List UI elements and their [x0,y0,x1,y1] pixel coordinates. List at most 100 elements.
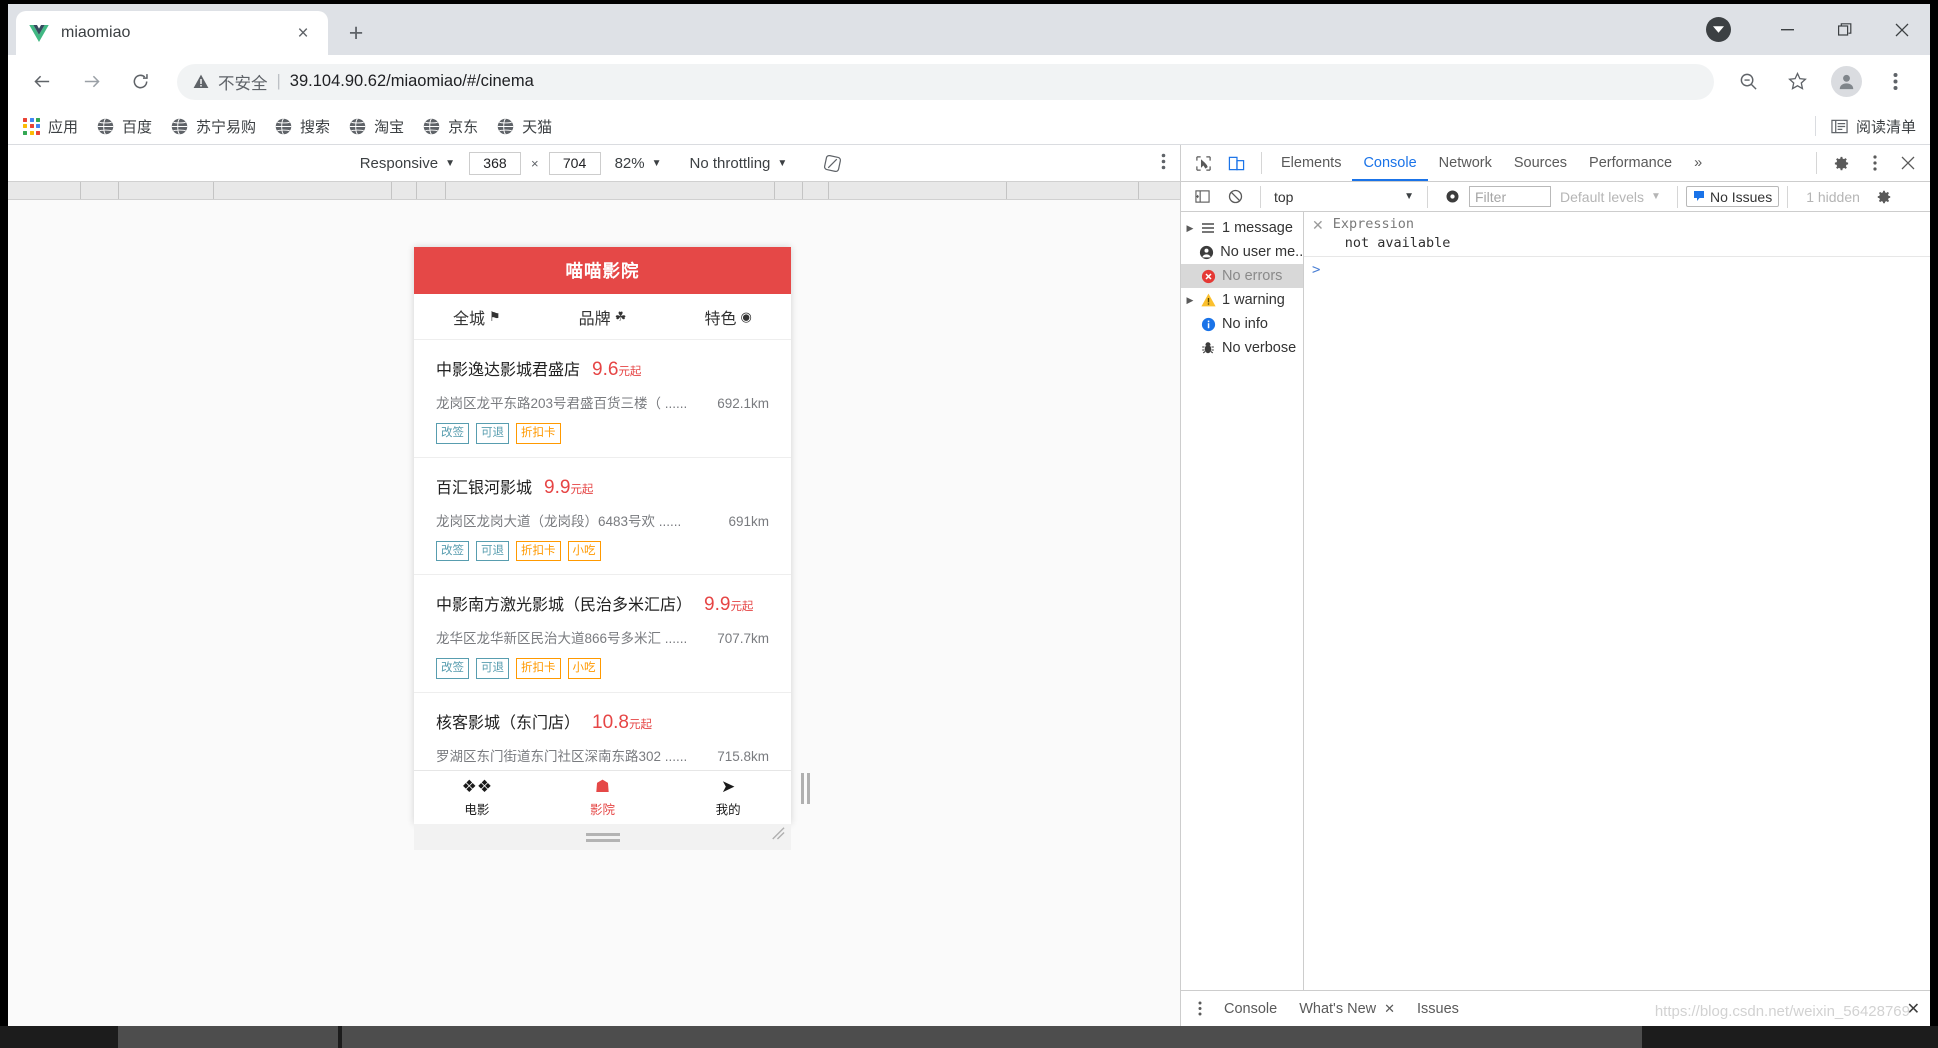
viewport-height-input[interactable]: 704 [548,151,601,175]
chevron-right-icon[interactable]: ▶ [1183,223,1197,234]
resize-handle-corner[interactable] [768,823,785,845]
tab-pinpai[interactable]: 品牌 ☘ [540,305,666,329]
execution-context-select[interactable]: top ▼ [1269,186,1419,207]
gear-icon[interactable] [1827,149,1856,178]
verbose-bug-icon [1197,341,1219,355]
tab-sources[interactable]: Sources [1503,145,1578,181]
clear-console-icon[interactable] [1221,182,1250,211]
device-select[interactable]: Responsive ▼ [360,155,455,172]
maximize-button[interactable] [1816,4,1873,55]
list-item[interactable]: 百汇银河影城 9.9元起 龙岗区龙岗大道（龙岗段）6483号欢 ...... 6… [414,458,791,576]
tabbar-item-movies[interactable]: ❖❖ 电影 [414,771,540,824]
console-settings-gear-icon[interactable] [1870,182,1899,211]
content-area: Responsive ▼ 368 × 704 82% ▼ No throttli… [8,145,1930,1026]
url-text[interactable]: 39.104.90.62/miaomiao/#/cinema [290,72,534,91]
bookmark-item-taobao[interactable]: 淘宝 [348,116,404,137]
status-badge: 折扣卡 [516,423,561,444]
drawer-menu-icon[interactable] [1187,1001,1213,1016]
zoom-select[interactable]: 82% ▼ [615,155,662,172]
issues-label: No Issues [1709,188,1773,205]
prompt-caret-icon: > [1312,262,1321,278]
issues-button[interactable]: No Issues [1685,186,1780,207]
sidebar-item-verbose[interactable]: No verbose [1181,336,1303,360]
chrome-menu-icon[interactable] [1877,63,1914,100]
zoom-out-icon[interactable] [1730,63,1767,100]
devtools-menu-icon[interactable] [1860,149,1889,178]
chrome-update-icon[interactable] [1706,17,1731,42]
sidebar-item-errors[interactable]: No errors [1181,264,1303,288]
film-icon: ❖❖ [461,776,493,796]
close-devtools-icon[interactable] [1893,149,1922,178]
sidebar-item-user-messages[interactable]: No user me... [1181,240,1303,264]
toggle-device-toolbar-icon[interactable] [1222,149,1251,178]
cinema-distance: 715.8km [717,749,769,765]
tab-elements[interactable]: Elements [1270,145,1352,181]
console-filter-input[interactable]: Filter [1469,186,1551,207]
cinema-name: 中影逸达影城君盛店 [436,362,581,379]
console-sidebar-icon[interactable] [1188,182,1217,211]
close-icon[interactable]: ✕ [1312,216,1324,234]
tab-performance[interactable]: Performance [1578,145,1683,181]
tab-console[interactable]: Console [1352,145,1427,181]
more-tabs-icon[interactable]: » [1683,145,1713,181]
inspect-element-icon[interactable] [1189,149,1218,178]
back-icon[interactable] [24,63,61,100]
browser-tab[interactable]: miaomiao × [16,11,328,55]
viewport-ruler[interactable] [8,181,1180,200]
tab-close-icon[interactable]: × [290,20,316,46]
minimize-button[interactable] [1759,4,1816,55]
reading-list-button[interactable]: 阅读清单 [1814,116,1916,137]
reload-icon[interactable] [122,63,159,100]
globe-icon [348,117,367,136]
close-icon[interactable]: ✕ [1384,1001,1395,1017]
device-toolbar-menu-icon[interactable] [1161,153,1166,174]
tabbar-item-cinemas[interactable]: ☗ 影院 [540,771,666,824]
console-prompt[interactable]: > [1304,257,1930,283]
new-tab-button[interactable]: + [338,15,374,51]
drawer-tab-console[interactable]: Console [1213,1001,1288,1017]
avatar[interactable] [1828,63,1865,100]
viewport-width-input[interactable]: 368 [468,151,521,175]
viewport-resize-footer[interactable] [414,824,791,850]
tab-network[interactable]: Network [1428,145,1503,181]
bookmark-item-baidu[interactable]: 百度 [96,116,152,137]
tab-tese[interactable]: 特色 ◉ [665,305,791,329]
bookmark-item-suning[interactable]: 苏宁易购 [170,116,256,137]
address-bar[interactable]: 不安全 | 39.104.90.62/miaomiao/#/cinema [177,63,1714,100]
sidebar-item-label: 1 warning [1222,292,1285,308]
drawer-tab-whats-new[interactable]: What's New ✕ [1288,1001,1406,1017]
sidebar-item-label: No info [1222,316,1268,332]
reading-list-label: 阅读清单 [1855,118,1916,136]
bookmark-item-search[interactable]: 搜索 [274,116,330,137]
resize-handle-bottom[interactable] [585,832,620,842]
list-item[interactable]: 中影南方激光影城（民治多米汇店） 9.9元起 龙华区龙华新区民治大道866号多米… [414,575,791,694]
console-messages[interactable]: ✕ Expression not available > [1304,212,1930,990]
bookmark-item-apps[interactable]: 应用 [22,116,78,137]
resize-handle-right[interactable] [797,770,813,806]
close-drawer-icon[interactable]: ✕ [1907,999,1920,1019]
tab-quancheng[interactable]: 全城 ⚑ [414,305,540,329]
star-icon[interactable] [1779,63,1816,100]
log-levels-select[interactable]: Default levels ▼ [1560,189,1661,205]
rotate-device-icon[interactable] [823,154,842,173]
bookmark-item-tmall[interactable]: 天猫 [496,116,552,137]
sidebar-item-warnings[interactable]: ▶ 1 warning [1181,288,1303,312]
chevron-right-icon[interactable]: ▶ [1183,295,1197,306]
drawer-tab-issues[interactable]: Issues [1406,1001,1470,1017]
list-item[interactable]: 中影逸达影城君盛店 9.6元起 龙岗区龙平东路203号君盛百货三楼（ .....… [414,340,791,458]
forward-icon[interactable] [73,63,110,100]
bookmark-item-jd[interactable]: 京东 [422,116,478,137]
tabbar-item-profile[interactable]: ➤ 我的 [665,771,791,824]
close-window-button[interactable] [1873,4,1930,55]
console-message[interactable]: ✕ Expression not available [1304,212,1930,257]
not-secure-warning-icon [193,74,209,89]
live-expression-icon[interactable] [1438,182,1467,211]
tab-strip: miaomiao × + [8,4,1930,55]
throttling-select[interactable]: No throttling ▼ [690,155,788,172]
sidebar-item-info[interactable]: No info [1181,312,1303,336]
list-item[interactable]: 核客影城（东门店） 10.8元起 罗湖区东门街道东门社区深南东路302 ....… [414,693,791,770]
cinema-list[interactable]: 中影逸达影城君盛店 9.6元起 龙岗区龙平东路203号君盛百货三楼（ .....… [414,340,791,770]
zoom-level-label: 82% [614,154,645,172]
sidebar-item-messages[interactable]: ▶ 1 message [1181,216,1303,240]
tag-icon: ◉ [740,308,752,324]
